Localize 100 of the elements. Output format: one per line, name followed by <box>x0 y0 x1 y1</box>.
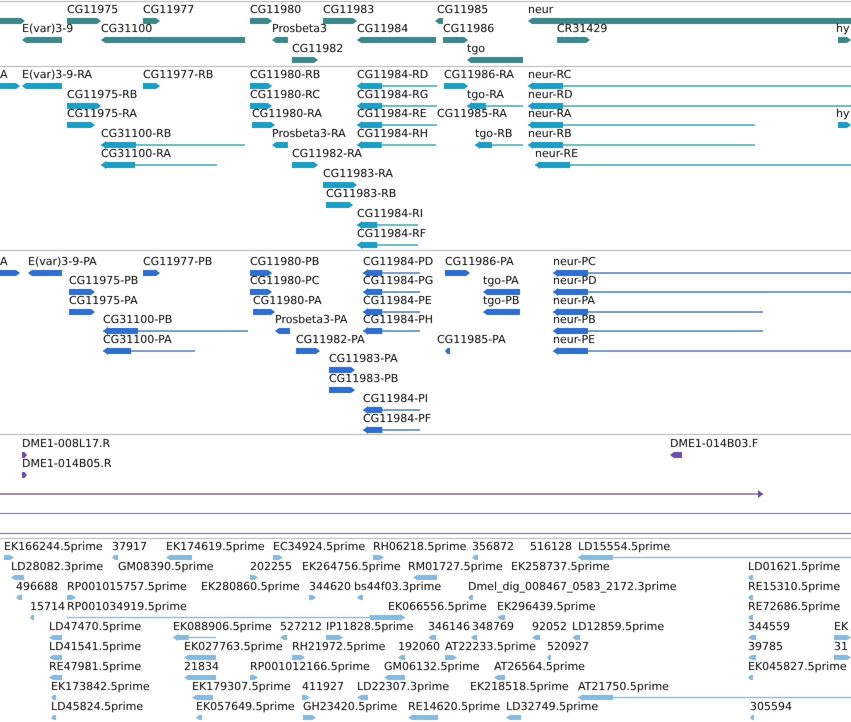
feature-label[interactable]: CG11975-RA <box>67 107 137 120</box>
feature-label[interactable]: neur-RB <box>528 127 572 140</box>
feature-label[interactable]: A <box>0 68 8 81</box>
feature-label[interactable]: CG11977-PB <box>143 255 212 268</box>
feature-label[interactable]: 192060 <box>398 640 440 653</box>
feature-label[interactable]: 305594 <box>750 700 792 713</box>
feature-label[interactable]: EK174619.5prime <box>166 540 265 553</box>
feature-label[interactable]: EK258737.5prime <box>511 560 610 573</box>
feature-label[interactable]: 411927 <box>302 680 344 693</box>
feature-label[interactable]: E(var)3-9-PA <box>28 255 97 268</box>
feature-label[interactable]: tgo-PB <box>483 294 520 307</box>
feature-label[interactable]: RE14620.5prime <box>408 700 500 713</box>
feature-label[interactable]: 356872 <box>472 540 514 553</box>
feature-label[interactable]: CG11984-PI <box>363 392 428 405</box>
feature-label[interactable]: CG11980 <box>250 3 302 16</box>
feature-label[interactable]: 346146 <box>428 620 470 633</box>
feature-label[interactable]: DME1-014B03.F <box>670 437 758 450</box>
feature-label[interactable]: 21834 <box>184 660 219 673</box>
feature-label[interactable]: CG11977-RB <box>143 68 214 81</box>
feature-label[interactable]: CG11982-RA <box>292 147 362 160</box>
feature-label[interactable]: 527212 <box>280 620 322 633</box>
feature-label[interactable]: LD15554.5prime <box>578 540 670 553</box>
feature-label[interactable]: Dmel_dig_008467_0583_2172.3prime <box>468 580 677 593</box>
feature-label[interactable]: RP001015757.5prime <box>67 580 187 593</box>
feature-label[interactable]: CG11986-PA <box>445 255 514 268</box>
feature-label[interactable]: CG11982-PA <box>296 333 365 346</box>
feature-label[interactable]: CG11984-RG <box>357 88 428 101</box>
feature-label[interactable]: CG11984 <box>357 22 408 35</box>
feature-label[interactable]: CG11975-RB <box>67 88 138 101</box>
feature-label[interactable]: CG11984-PH <box>363 313 434 326</box>
feature-label[interactable]: LD47470.5prime <box>49 620 142 633</box>
feature-label[interactable]: CG11984-PD <box>363 255 434 268</box>
feature-label[interactable]: LD12859.5prime <box>572 620 664 633</box>
feature-label[interactable]: RE15310.5prime <box>748 580 840 593</box>
feature-label[interactable]: EK027763.5prime <box>184 640 283 653</box>
feature-label[interactable]: CG11986-RA <box>444 68 514 81</box>
feature-label[interactable]: EK179307.5prime <box>192 680 291 693</box>
feature-label[interactable]: 202255 <box>250 560 292 573</box>
feature-label[interactable]: CG11983-RB <box>326 187 396 200</box>
feature-label[interactable]: EK166244.5prime <box>4 540 103 553</box>
feature-label[interactable]: CG11975-PA <box>69 294 138 307</box>
feature-label[interactable]: EK296439.5prime <box>497 600 596 613</box>
feature-label[interactable]: CG11984-RH <box>357 127 428 140</box>
feature-label[interactable]: AT26564.5prime <box>494 660 585 673</box>
feature-label[interactable]: RM01727.5prime <box>408 560 503 573</box>
feature-label[interactable]: CG11982 <box>292 42 344 55</box>
feature-label[interactable]: LD01621.5prime <box>748 560 840 573</box>
feature-label[interactable]: neur-RE <box>535 147 578 160</box>
feature-label[interactable]: CG11984-RD <box>357 68 428 81</box>
feature-label[interactable]: CG31100-RA <box>101 147 171 160</box>
feature-label[interactable]: neur-PD <box>553 274 597 287</box>
feature-label[interactable]: CG11980-PA <box>253 294 322 307</box>
feature-label[interactable]: CG11984-RE <box>357 107 427 120</box>
feature-label[interactable]: Prosbeta3-PA <box>275 313 348 326</box>
feature-label[interactable]: hy <box>836 107 850 120</box>
feature-label[interactable]: CG11986 <box>443 22 494 35</box>
feature-label[interactable]: neur-RD <box>528 88 573 101</box>
feature-label[interactable]: EK066556.5prime <box>388 600 487 613</box>
feature-label[interactable]: 520927 <box>547 640 589 653</box>
feature-label[interactable]: RE47981.5prime <box>49 660 142 673</box>
feature-label[interactable]: 348769 <box>472 620 514 633</box>
feature-label[interactable]: neur-RC <box>528 68 572 81</box>
feature-label[interactable]: EK264756.5prime <box>302 560 401 573</box>
feature-label[interactable]: hy <box>836 22 850 35</box>
feature-label[interactable]: CG11985-RA <box>437 107 507 120</box>
feature-label[interactable]: RP001012166.5prime <box>250 660 370 673</box>
feature-label[interactable]: 31 <box>834 640 848 653</box>
feature-label[interactable]: E(var)3-9-RA <box>22 68 92 81</box>
feature-label[interactable]: EK088906.5prime <box>173 620 272 633</box>
feature-label[interactable]: CG31100-RB <box>101 127 172 140</box>
feature-label[interactable]: bs44f03.3prime <box>354 580 442 593</box>
feature-label[interactable]: EK045827.5prime <box>748 660 847 673</box>
feature-label[interactable]: CG11984-PG <box>363 274 434 287</box>
feature-label[interactable]: EK218518.5prime <box>470 680 569 693</box>
feature-label[interactable]: AT22233.5prime <box>445 640 536 653</box>
feature-label[interactable]: CG11975 <box>67 3 118 16</box>
feature-label[interactable]: neur-RA <box>528 107 572 120</box>
feature-label[interactable]: LD22307.3prime <box>357 680 450 693</box>
feature-label[interactable]: 496688 <box>16 580 58 593</box>
feature-label[interactable]: CR31429 <box>557 22 608 35</box>
feature-label[interactable]: neur-PA <box>553 294 595 307</box>
feature-label[interactable]: RP001034919.5prime <box>67 600 187 613</box>
feature-label[interactable]: 37917 <box>112 540 147 553</box>
feature-label[interactable]: CG11985-PA <box>437 333 506 346</box>
feature-label[interactable]: CG11985 <box>437 3 488 16</box>
feature-label[interactable]: A <box>0 255 8 268</box>
feature-label[interactable]: EK <box>834 620 848 633</box>
feature-label[interactable]: CG11980-PC <box>250 274 320 287</box>
feature-label[interactable]: CG11984-RI <box>357 207 424 220</box>
feature-label[interactable]: GM06132.5prime <box>384 660 480 673</box>
feature-label[interactable]: 92052 <box>532 620 567 633</box>
feature-label[interactable]: tgo-RB <box>475 127 512 140</box>
feature-label[interactable]: CG11984-PE <box>363 294 432 307</box>
feature-label[interactable]: GH23420.5prime <box>303 700 398 713</box>
feature-label[interactable]: CG11984-RF <box>357 227 426 240</box>
feature-label[interactable]: CG31100-PA <box>103 333 172 346</box>
feature-label[interactable]: CG11980-RB <box>250 68 320 81</box>
feature-label[interactable]: CG11984-PF <box>363 412 432 425</box>
feature-label[interactable]: RE72686.5prime <box>748 600 840 613</box>
feature-label[interactable]: E(var)3-9 <box>22 22 74 35</box>
